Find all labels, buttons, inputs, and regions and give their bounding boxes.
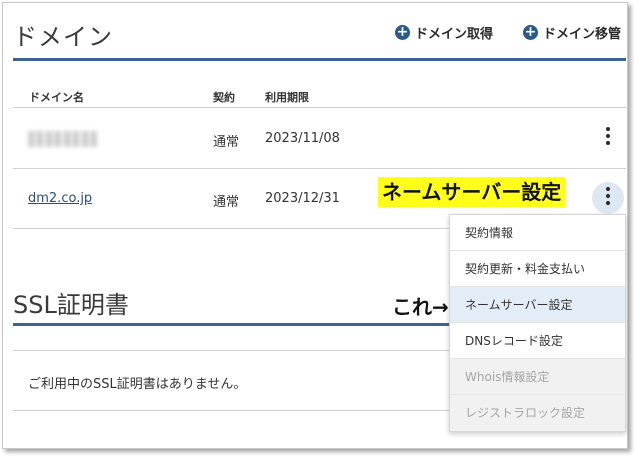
plus-circle-icon: + <box>523 24 538 40</box>
ssl-section-title: SSL証明書 <box>13 291 129 319</box>
domain-title-rule <box>13 58 626 61</box>
menu-item-contract-info[interactable]: 契約情報 <box>450 215 625 251</box>
ssl-title-rule <box>13 323 449 326</box>
header-divider <box>13 107 626 108</box>
transfer-domain-button[interactable]: + ドメイン移管 <box>523 23 621 42</box>
row-actions-menu: 契約情報 契約更新・料金支払い ネームサーバー設定 DNSレコード設定 Whoi… <box>449 214 626 432</box>
ssl-divider-bottom <box>13 410 449 411</box>
row-menu-kebab-icon[interactable] <box>605 127 611 145</box>
menu-item-dns-record-settings[interactable]: DNSレコード設定 <box>450 323 625 359</box>
col-header-expiry: 利用期限 <box>265 91 309 104</box>
plus-circle-icon: + <box>395 24 410 40</box>
acquire-domain-button[interactable]: + ドメイン取得 <box>395 23 493 42</box>
transfer-domain-label: ドメイン移管 <box>543 27 622 42</box>
col-header-domain-name: ドメイン名 <box>29 91 84 104</box>
row-contract: 通常 <box>213 135 240 150</box>
row-divider <box>13 228 449 229</box>
menu-item-whois-settings: Whois情報設定 <box>450 359 625 395</box>
col-header-contract: 契約 <box>213 91 235 104</box>
menu-item-registrar-lock-settings: レジストラロック設定 <box>450 395 625 431</box>
row-contract: 通常 <box>213 195 240 210</box>
acquire-domain-label: ドメイン取得 <box>415 27 494 42</box>
domain-link[interactable]: dm2.co.jp <box>28 191 92 206</box>
menu-item-renew-payment[interactable]: 契約更新・料金支払い <box>450 251 625 287</box>
blurred-domain-name <box>28 131 98 147</box>
annotation-pointer-text: これ→ <box>392 295 449 319</box>
ssl-divider-top <box>13 350 449 351</box>
ssl-empty-message: ご利用中のSSL証明書はありません。 <box>28 377 247 392</box>
row-divider <box>13 168 626 169</box>
row-menu-kebab-icon[interactable] <box>605 187 611 205</box>
row-expiry: 2023/11/08 <box>265 131 340 146</box>
menu-item-nameserver-settings[interactable]: ネームサーバー設定 <box>450 287 625 323</box>
domain-section-title: ドメイン <box>13 23 113 51</box>
row-expiry: 2023/12/31 <box>265 191 340 206</box>
annotation-highlight-label: ネームサーバー設定 <box>378 177 566 207</box>
